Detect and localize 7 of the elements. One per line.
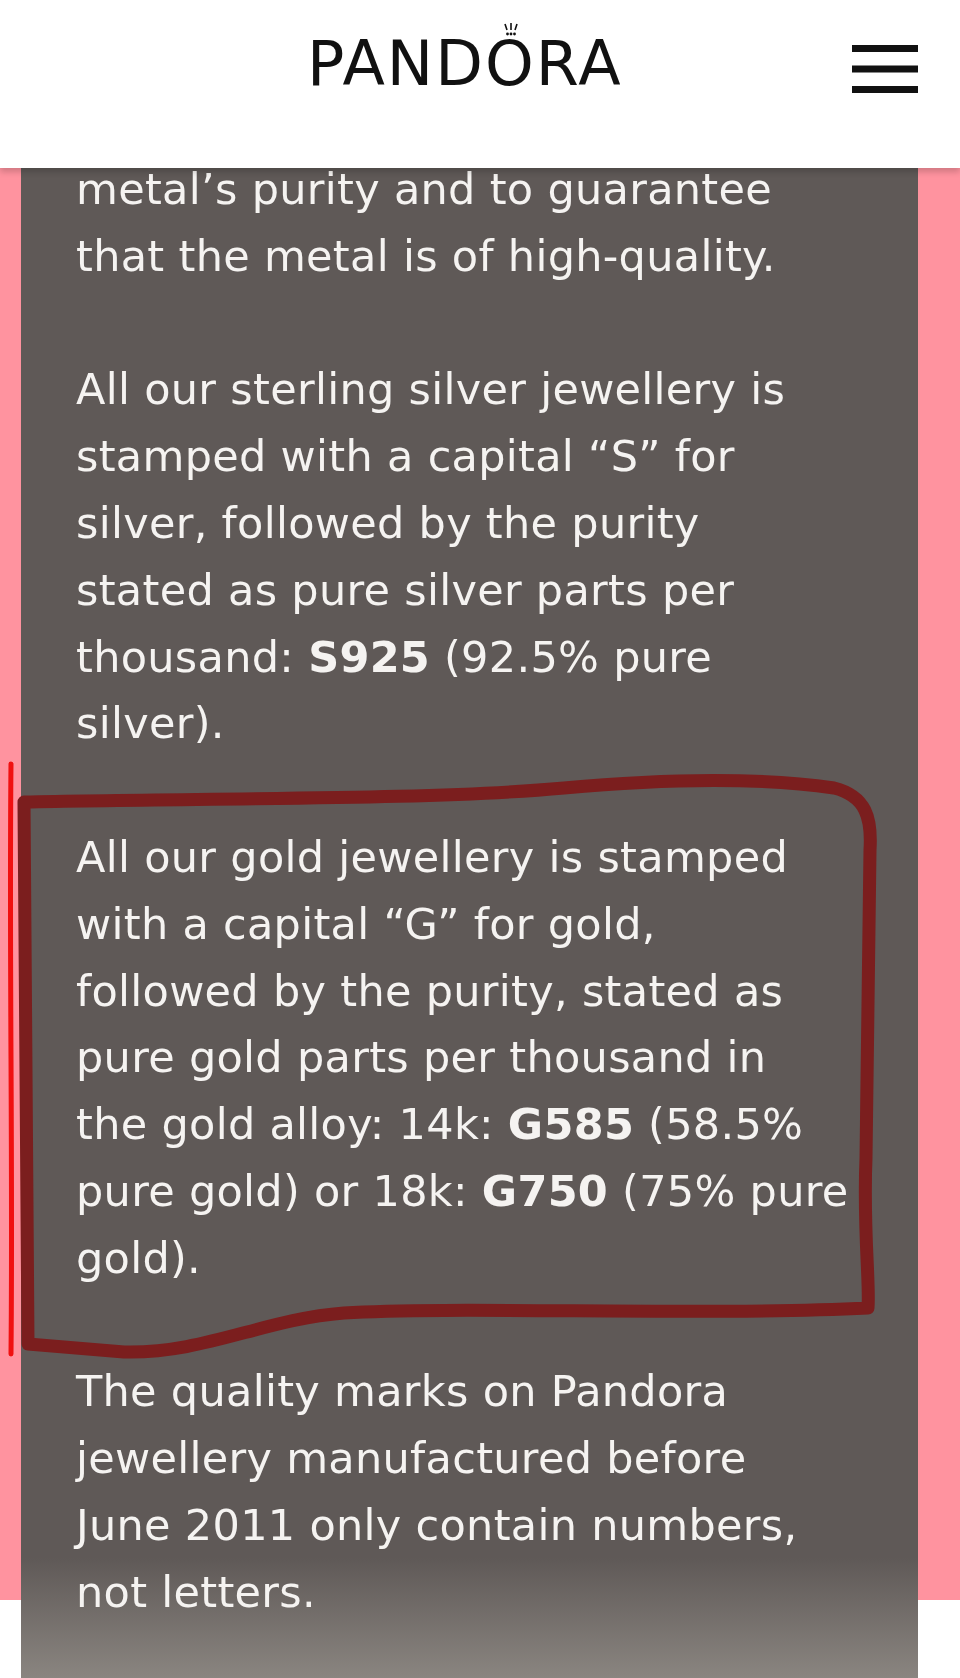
menu-button[interactable] [852,45,918,93]
crown-icon [504,23,518,37]
menu-icon [852,45,918,93]
body-paragraph: All our gold jewellery is stamped with a capital “G” for gold, followed by the purity, stated as pure gold parts per thousand in the gold alloy: 14k: G585 (58.5% pure gold) or 18k: G750 (75% pure gold). [76,830,849,1285]
brand-logo[interactable]: PANDORA [307,33,623,95]
body-paragraph: All our sterling silver jewellery is stamped with a capital “S” for silver, followed by the purity stated as pure silver parts per thousand: S925 (92.5% pure silver). [76,363,786,751]
body-paragraph: metal’s purity and to guarantee that the metal is of high-quality. [76,163,776,283]
